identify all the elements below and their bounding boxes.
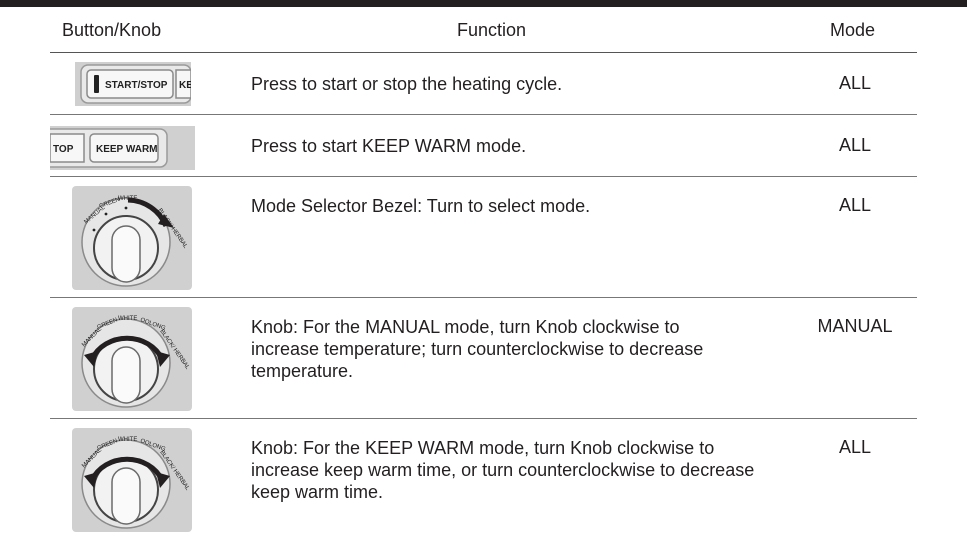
mode-knob-manual: MANUAL bbox=[817, 316, 893, 336]
adjacent-button-label: TOP bbox=[53, 144, 74, 155]
mode-mode-selector: ALL bbox=[838, 195, 872, 215]
start-stop-label: START/STOP bbox=[105, 80, 168, 91]
mode-start-stop: ALL bbox=[838, 73, 872, 93]
knob-keep-warm-image: MANUAL GREEN WHITE OOLONG BLACK/ HERBAL bbox=[72, 428, 192, 532]
mode-keep-warm: ALL bbox=[838, 135, 872, 155]
keep-warm-button-image: TOP KEEP WARM bbox=[50, 126, 195, 170]
function-mode-selector: Mode Selector Bezel: Turn to select mode… bbox=[251, 196, 591, 216]
start-stop-button-image: START/STOP KEI bbox=[75, 62, 191, 106]
header-mode: Mode bbox=[830, 20, 876, 40]
function-keep-warm: Press to start KEEP WARM mode. bbox=[251, 136, 527, 156]
adjacent-button-label: KEI bbox=[179, 80, 191, 91]
header-divider bbox=[50, 52, 917, 53]
header-function: Function bbox=[457, 20, 527, 40]
row-divider bbox=[50, 297, 917, 298]
row-divider bbox=[50, 176, 917, 177]
row-divider bbox=[50, 114, 917, 115]
top-bar bbox=[0, 0, 967, 7]
keep-warm-label: KEEP WARM bbox=[96, 144, 158, 155]
mode-knob-keep-warm: ALL bbox=[838, 437, 872, 457]
function-knob-manual: Knob: For the MANUAL mode, turn Knob clo… bbox=[251, 317, 704, 381]
function-start-stop: Press to start or stop the heating cycle… bbox=[251, 74, 563, 94]
header-button-knob: Button/Knob bbox=[62, 20, 162, 40]
dial-label-white: WHITE bbox=[118, 437, 137, 443]
dial-label-white: WHITE bbox=[118, 316, 137, 322]
mode-selector-bezel-image: MANUAL GREEN WHITE BLACK/ HERBAL bbox=[72, 186, 192, 290]
function-knob-keep-warm: Knob: For the KEEP WARM mode, turn Knob … bbox=[251, 438, 755, 502]
knob-manual-image: MANUAL GREEN WHITE OOLONG BLACK/ HERBAL bbox=[72, 307, 192, 411]
row-divider bbox=[50, 418, 917, 419]
